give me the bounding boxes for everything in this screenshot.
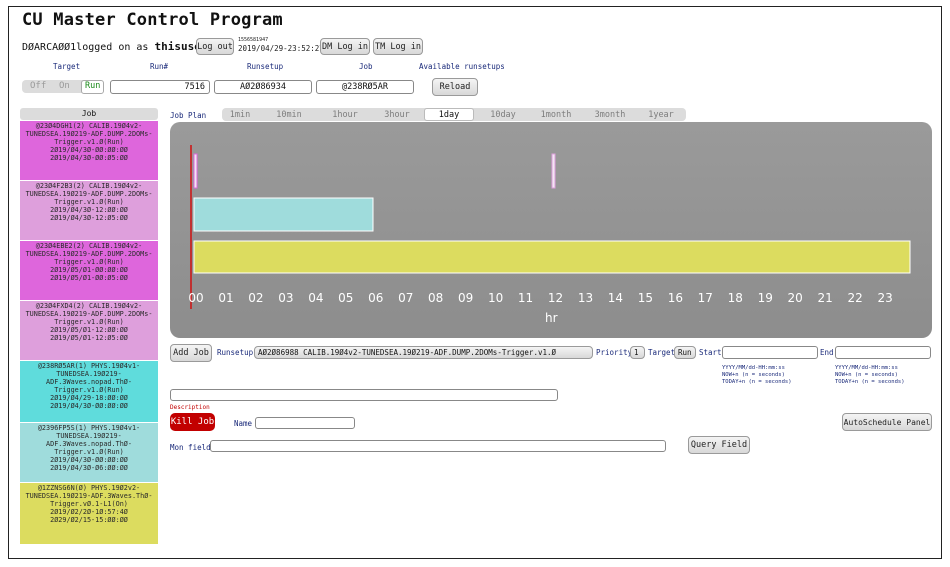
x-tick-label: 00	[188, 291, 204, 305]
x-tick-label: 23	[877, 291, 893, 305]
timeline-bar[interactable]	[551, 153, 556, 189]
timeline-bar[interactable]	[193, 197, 374, 232]
start-field[interactable]	[722, 346, 818, 359]
x-tick-label: 13	[577, 291, 594, 305]
x-tick-label: 08	[428, 291, 444, 305]
x-tick-label: 15	[637, 291, 654, 305]
job-plan-chart-svg	[190, 145, 911, 309]
timeline-bar[interactable]	[193, 240, 911, 274]
x-tick-label: 01	[218, 291, 234, 305]
add-job-button[interactable]: Add Job	[170, 344, 212, 362]
timeline-bar[interactable]	[193, 153, 198, 189]
x-tick-label: 21	[817, 291, 833, 305]
start-label: Start	[699, 348, 722, 357]
end-label: End	[820, 348, 834, 357]
x-tick-label: 03	[278, 291, 294, 305]
x-tick-label: 10	[487, 291, 504, 305]
x-tick-label: 18	[727, 291, 743, 305]
x-axis-label: hr	[545, 311, 558, 325]
x-tick-label: 09	[457, 291, 474, 305]
x-tick-label: 12	[547, 291, 564, 305]
form-runsetup-label: Runsetup	[217, 348, 254, 357]
mon-field-label: Mon field	[170, 443, 211, 452]
kill-job-button[interactable]: Kill Job	[170, 413, 215, 431]
description-field[interactable]	[170, 389, 558, 401]
x-tick-label: 02	[248, 291, 264, 305]
x-tick-label: 22	[847, 291, 863, 305]
x-tick-label: 04	[308, 291, 324, 305]
runsetup-select[interactable]: AØ2Ø86988 CALIB.19Ø4v2-TUNEDSEA.19Ø219-A…	[254, 346, 593, 359]
x-tick-label: 16	[667, 291, 683, 305]
name-field[interactable]	[255, 417, 355, 429]
priority-label: Priority	[596, 348, 633, 357]
x-tick-label: 14	[607, 291, 624, 305]
x-tick-label: 11	[517, 291, 534, 305]
start-hint: YYYY/MM/dd-HH:mm:ss NOW+n (n = seconds) …	[722, 365, 792, 385]
x-tick-label: 19	[757, 291, 773, 305]
x-tick-label: 17	[697, 291, 713, 305]
x-tick-label: 05	[338, 291, 354, 305]
name-label: Name	[234, 419, 253, 428]
query-field-button[interactable]: Query Field	[688, 436, 750, 454]
form-target-label: Target	[648, 348, 676, 357]
target-select[interactable]: Run	[674, 346, 696, 359]
mon-field-input[interactable]	[210, 440, 666, 452]
priority-select[interactable]: 1	[630, 346, 645, 359]
x-tick-label: 06	[368, 291, 384, 305]
autoschedule-button[interactable]: AutoSchedule Panel	[842, 413, 932, 431]
x-tick-label: 20	[787, 291, 803, 305]
end-hint: YYYY/MM/dd-HH:mm:ss NOW+n (n = seconds) …	[835, 365, 905, 385]
description-label: Description	[170, 404, 210, 411]
end-field[interactable]	[835, 346, 931, 359]
x-tick-label: 07	[398, 291, 414, 305]
